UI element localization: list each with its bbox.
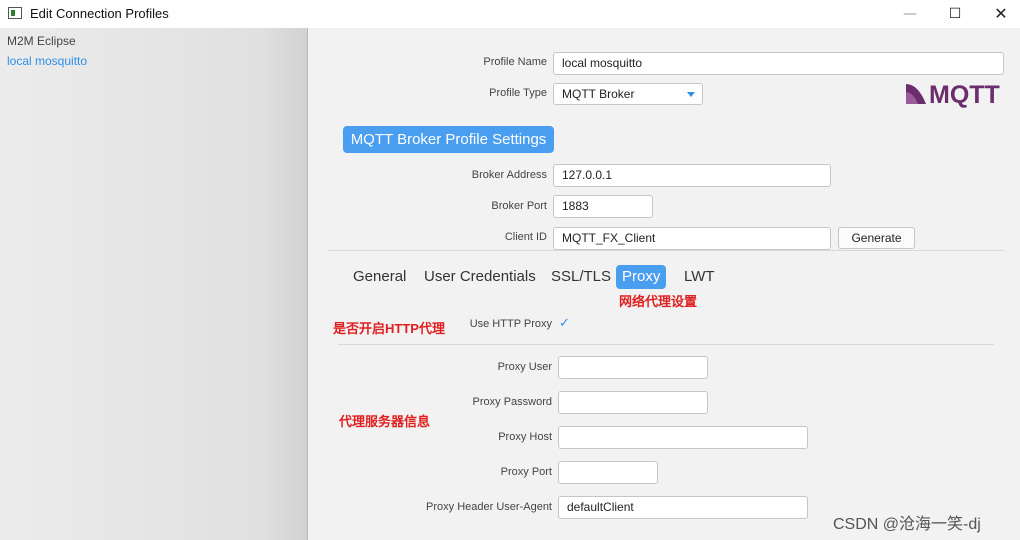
chevron-down-icon [687, 92, 695, 97]
profile-name-field[interactable]: local mosquitto [553, 52, 1004, 75]
proxy-user-agent-label: Proxy Header User-Agent [426, 501, 552, 513]
proxy-user-agent-field[interactable]: defaultClient [558, 496, 808, 519]
generate-button[interactable]: Generate [838, 227, 915, 249]
proxy-host-label: Proxy Host [498, 431, 552, 443]
tab-user-credentials[interactable]: User Credentials [418, 265, 542, 289]
broker-port-field[interactable]: 1883 [553, 195, 653, 218]
annotation-proxy-server-info: 代理服务器信息 [339, 414, 431, 429]
proxy-password-field[interactable] [558, 391, 708, 414]
divider [328, 250, 1004, 251]
profile-name-label: Profile Name [483, 56, 547, 68]
divider [338, 344, 994, 345]
tab-proxy[interactable]: Proxy [616, 265, 667, 289]
use-http-proxy-label: Use HTTP Proxy [469, 318, 552, 330]
app-icon [8, 7, 22, 19]
window-title: Edit Connection Profiles [30, 6, 169, 21]
sidebar-item-m2m-eclipse[interactable]: M2M Eclipse [7, 34, 76, 48]
minimize-icon[interactable]: — [887, 0, 933, 28]
broker-port-label: Broker Port [491, 200, 547, 212]
broker-address-field[interactable]: 127.0.0.1 [553, 164, 831, 187]
tab-general[interactable]: General [347, 265, 412, 289]
proxy-password-label: Proxy Password [472, 396, 552, 408]
proxy-user-label: Proxy User [497, 361, 552, 373]
use-http-proxy-checkbox[interactable]: ✓ [559, 316, 570, 331]
broker-address-label: Broker Address [471, 169, 547, 181]
proxy-port-label: Proxy Port [500, 466, 552, 478]
tab-lwt[interactable]: LWT [678, 265, 721, 289]
maximize-icon[interactable]: ☐ [932, 0, 978, 28]
profile-type-label: Profile Type [489, 87, 547, 99]
close-icon[interactable]: ✕ [978, 0, 1020, 28]
mqtt-logo-text: MQTT [929, 81, 1000, 108]
tab-ssl-tls[interactable]: SSL/TLS [545, 265, 617, 289]
proxy-host-field[interactable] [558, 426, 808, 449]
profile-type-value: MQTT Broker [562, 87, 635, 101]
broker-settings-header: MQTT Broker Profile Settings [343, 126, 554, 153]
mqtt-logo: MQTT [906, 81, 1000, 108]
annotation-proxy-settings: 网络代理设置 [619, 294, 698, 309]
profile-list-sidebar: M2M Eclipse local mosquitto [0, 28, 308, 540]
proxy-port-field[interactable] [558, 461, 658, 484]
sidebar-item-local-mosquitto[interactable]: local mosquitto [7, 54, 87, 68]
title-bar: Edit Connection Profiles — ☐ ✕ [0, 0, 1020, 28]
watermark-text: CSDN @沧海一笑-dj [833, 516, 981, 533]
proxy-user-field[interactable] [558, 356, 708, 379]
client-id-field[interactable]: MQTT_FX_Client [553, 227, 831, 250]
profile-settings-panel: Profile Name local mosquitto Profile Typ… [309, 28, 1020, 540]
profile-type-select[interactable]: MQTT Broker [553, 83, 703, 105]
client-id-label: Client ID [504, 231, 547, 243]
